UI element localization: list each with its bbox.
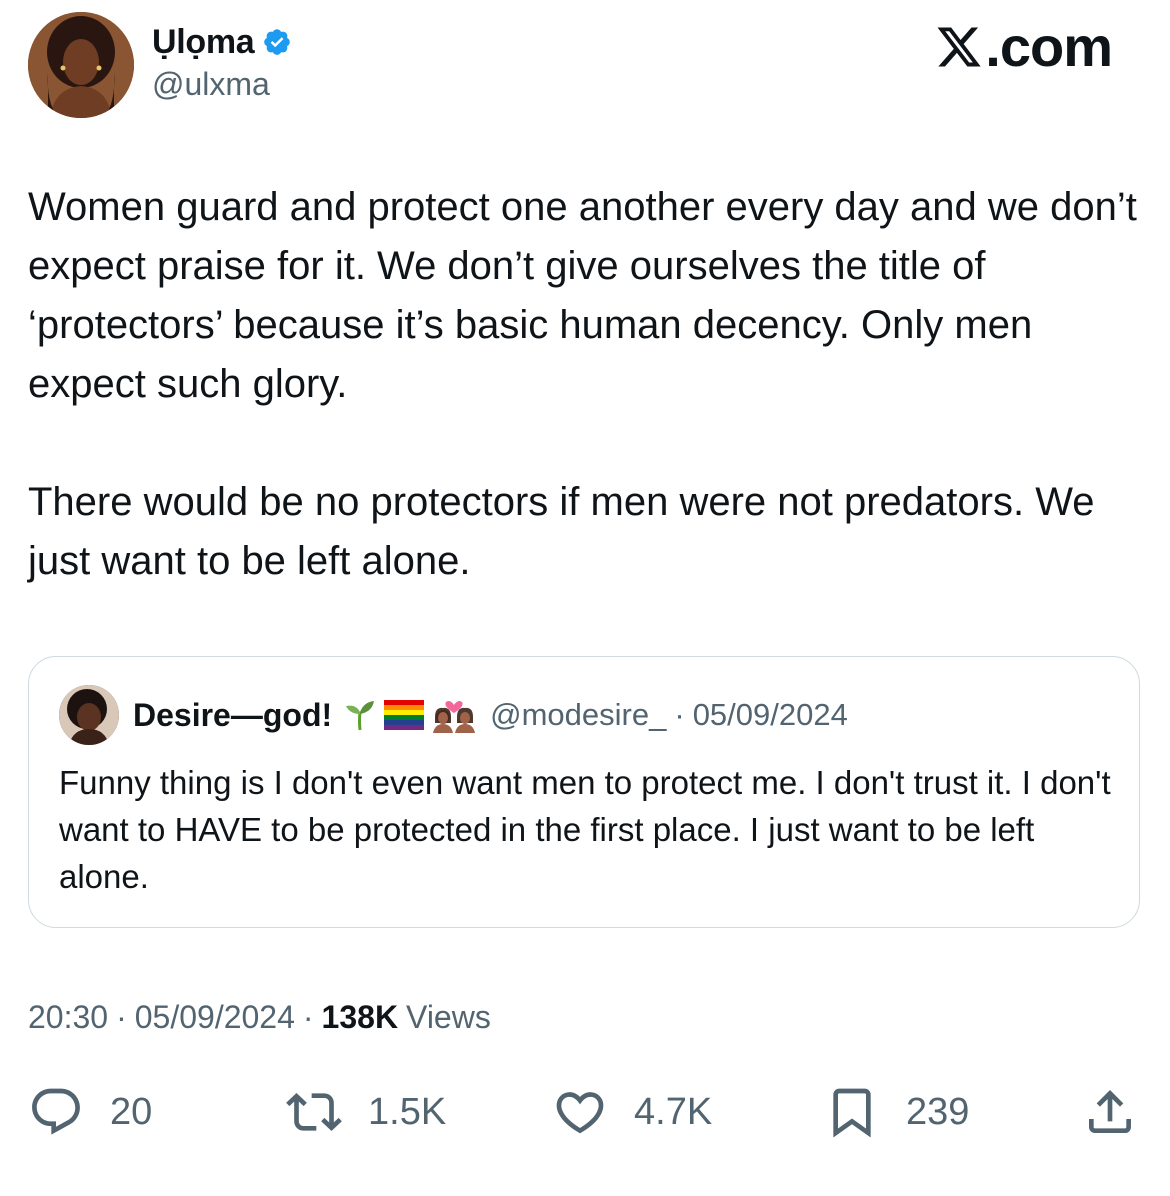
reply-icon [32, 1088, 80, 1135]
author-display-name[interactable]: Ụlọma [152, 23, 255, 62]
views-count: 138K [321, 998, 399, 1035]
quoted-header: Desire—god! @modesire_ · 05/09/2024 [133, 693, 848, 737]
x-logo-text: .com [985, 15, 1113, 78]
author-info: Ụlọma @ulxma [152, 20, 292, 103]
repost-button[interactable]: 1.5K [286, 1080, 446, 1144]
quoted-tweet[interactable]: Desire—god! @modesire_ · 05/09/2024 Funn… [28, 656, 1140, 928]
repost-icon [286, 1093, 342, 1131]
rainbow-flag-emoji-icon [384, 700, 425, 730]
quoted-profile-photo-icon [59, 685, 119, 745]
share-icon [1089, 1090, 1131, 1133]
meta-separator-1: · [116, 998, 127, 1035]
profile-photo-icon [28, 12, 134, 118]
action-bar: 20 1.5K 4.7K 239 [28, 1080, 1142, 1144]
share-button[interactable] [1082, 1080, 1138, 1144]
tweet-text: Women guard and protect one another ever… [28, 178, 1148, 591]
quoted-date[interactable]: 05/09/2024 [693, 697, 848, 733]
tweet-meta: 20:30 · 05/09/2024 · 138K Views [28, 994, 491, 1040]
bookmark-count: 239 [906, 1090, 970, 1133]
x-logo-icon [937, 27, 981, 66]
tweet-paragraph-1: Women guard and protect one another ever… [28, 185, 1137, 406]
bookmark-icon [833, 1088, 871, 1138]
quoted-display-name[interactable]: Desire—god! [133, 697, 332, 734]
seedling-emoji-icon [346, 701, 375, 731]
author-handle[interactable]: @ulxma [152, 66, 292, 103]
tweet-date[interactable]: 05/09/2024 [135, 999, 295, 1036]
author-avatar[interactable] [28, 12, 134, 118]
verified-badge-icon[interactable] [262, 27, 292, 57]
reply-count: 20 [110, 1090, 153, 1133]
quoted-name-emojis [342, 697, 476, 733]
quoted-text: Funny thing is I don't even want men to … [59, 764, 1111, 895]
views-label: Views [406, 998, 491, 1035]
reply-button[interactable]: 20 [28, 1080, 152, 1144]
meta-separator-2: · [302, 998, 314, 1035]
quoted-separator: · [674, 697, 685, 732]
quoted-handle[interactable]: @modesire_ [490, 697, 666, 733]
like-button[interactable]: 4.7K [552, 1080, 712, 1144]
quoted-author-avatar[interactable] [59, 685, 119, 745]
tweet-paragraph-2: There would be no protectors if men were… [28, 480, 1095, 583]
heart-icon [556, 1092, 604, 1134]
bookmark-button[interactable]: 239 [824, 1080, 969, 1144]
like-count: 4.7K [634, 1090, 713, 1133]
tweet-header: Ụlọma @ulxma .com [28, 12, 1142, 122]
tweet-time[interactable]: 20:30 [28, 999, 108, 1036]
two-women-heart-emoji-icon [433, 701, 476, 733]
x-logo[interactable]: .com [935, 14, 1113, 79]
repost-count: 1.5K [368, 1090, 447, 1133]
